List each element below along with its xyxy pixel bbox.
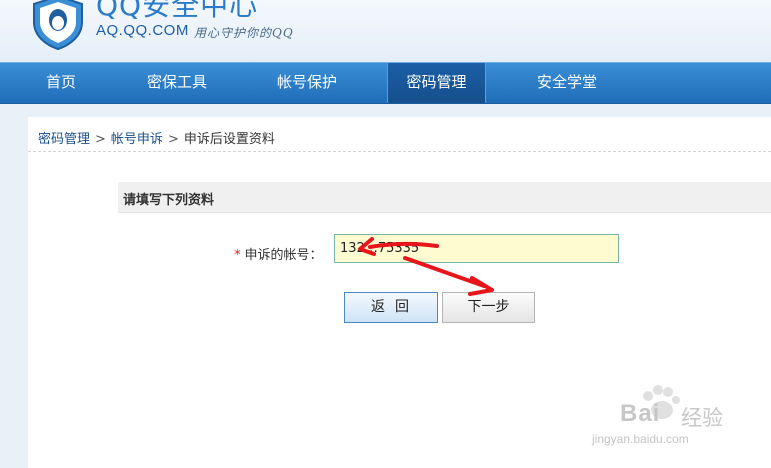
nav-item-home[interactable]: 首页 bbox=[28, 63, 94, 103]
nav-item-security-school[interactable]: 安全学堂 bbox=[522, 63, 612, 103]
chevron-right-icon: > bbox=[167, 132, 179, 147]
nav-item-password-management[interactable]: 密码管理 bbox=[387, 63, 486, 103]
breadcrumb: 密码管理 > 帐号申诉 > 申诉后设置资料 bbox=[38, 128, 275, 147]
back-button[interactable]: 返回 bbox=[344, 292, 438, 323]
nav-item-account-protection[interactable]: 帐号保护 bbox=[262, 63, 352, 103]
account-input[interactable] bbox=[334, 234, 619, 263]
watermark-brand: Bai bbox=[620, 400, 661, 427]
section-title: 请填写下列资料 bbox=[123, 193, 215, 208]
breadcrumb-account-appeal[interactable]: 帐号申诉 bbox=[111, 132, 163, 147]
qq-penguin-shield-icon[interactable] bbox=[30, 0, 86, 50]
site-header: QQ安全中心 AQ.QQ.COM 用心守护你的QQ bbox=[0, 0, 771, 62]
nav-item-security-tools[interactable]: 密保工具 bbox=[132, 63, 222, 103]
account-field-label: * 申诉的帐号： bbox=[234, 244, 323, 263]
breadcrumb-current: 申诉后设置资料 bbox=[183, 132, 275, 147]
main-nav: 首页 密保工具 帐号保护 密码管理 安全学堂 bbox=[0, 62, 771, 104]
required-mark: * bbox=[234, 248, 241, 263]
section-header: 请填写下列资料 bbox=[118, 182, 771, 213]
site-url[interactable]: AQ.QQ.COM bbox=[96, 22, 189, 39]
divider bbox=[28, 151, 771, 152]
site-title: QQ安全中心 bbox=[96, 0, 259, 22]
chevron-right-icon: > bbox=[95, 132, 106, 147]
next-step-button[interactable]: 下一步 bbox=[442, 292, 535, 323]
breadcrumb-password-management[interactable]: 密码管理 bbox=[38, 132, 90, 147]
watermark-url: jingyan.baidu.com bbox=[592, 432, 689, 446]
site-slogan: 用心守护你的QQ bbox=[194, 26, 294, 40]
watermark-brand-cn: 经验 bbox=[681, 406, 723, 430]
account-label-text: 申诉的帐号： bbox=[244, 248, 323, 263]
